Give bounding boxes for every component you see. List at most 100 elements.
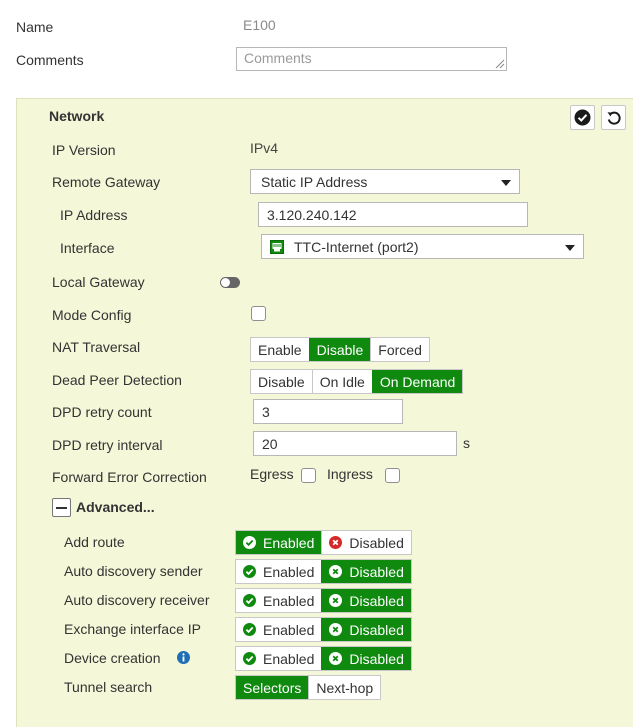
minus-square-icon[interactable] xyxy=(52,498,71,517)
name-value[interactable]: E100 xyxy=(243,17,276,33)
interface-select[interactable]: TTC-Internet (port2) xyxy=(261,234,584,259)
auto-discovery-receiver-label: Auto discovery receiver xyxy=(64,592,210,608)
dpd-disable[interactable]: Disable xyxy=(251,370,312,393)
enabled-label: Enabled xyxy=(263,592,315,609)
tunnel-search-group: Selectors Next-hop xyxy=(235,675,382,700)
enabled-label: Enabled xyxy=(263,650,315,667)
dpd-retry-count-label: DPD retry count xyxy=(52,404,152,420)
auto-discovery-receiver-disabled[interactable]: Disabled xyxy=(321,589,411,612)
disabled-label: Disabled xyxy=(349,534,404,551)
auto-discovery-sender-disabled[interactable]: Disabled xyxy=(321,560,411,583)
undo-icon xyxy=(607,111,621,125)
check-circle-icon xyxy=(243,652,256,665)
name-label: Name xyxy=(16,19,54,35)
nat-traversal-forced[interactable]: Forced xyxy=(370,338,429,361)
ip-address-label: IP Address xyxy=(60,207,128,223)
enabled-label: Enabled xyxy=(263,563,315,580)
check-circle-icon xyxy=(243,623,256,636)
nat-traversal-enable[interactable]: Enable xyxy=(251,338,309,361)
exchange-interface-ip-group: Enabled Disabled xyxy=(235,617,412,642)
fec-ingress-checkbox[interactable] xyxy=(385,468,400,483)
revert-button[interactable] xyxy=(601,105,626,130)
device-creation-enabled[interactable]: Enabled xyxy=(236,647,322,670)
enabled-label: Enabled xyxy=(263,621,315,638)
mode-config-label: Mode Config xyxy=(52,307,132,323)
comments-label: Comments xyxy=(16,52,84,68)
ip-version-value: IPv4 xyxy=(250,140,279,156)
fec-egress-checkbox[interactable] xyxy=(301,468,316,483)
ip-address-input[interactable]: 3.120.240.142 xyxy=(258,202,528,227)
check-circle-icon xyxy=(243,594,256,607)
ip-version-label: IP Version xyxy=(52,142,116,158)
x-circle-icon xyxy=(329,652,343,665)
x-circle-icon xyxy=(329,594,343,607)
auto-discovery-receiver-group: Enabled Disabled xyxy=(235,588,412,613)
dpd-group: Disable On Idle On Demand xyxy=(250,369,464,394)
check-circle-icon xyxy=(574,109,591,126)
apply-button[interactable] xyxy=(570,105,595,130)
disabled-label: Disabled xyxy=(349,650,404,667)
add-route-enabled[interactable]: Enabled xyxy=(236,531,322,554)
add-route-label: Add route xyxy=(64,534,125,550)
local-gateway-toggle[interactable] xyxy=(220,277,240,288)
x-circle-icon xyxy=(329,565,343,578)
auto-discovery-sender-label: Auto discovery sender xyxy=(64,563,203,579)
exchange-interface-ip-label: Exchange interface IP xyxy=(64,621,201,637)
tunnel-search-next-hop[interactable]: Next-hop xyxy=(308,676,381,699)
device-creation-label: Device creation xyxy=(64,650,161,666)
chevron-down-icon xyxy=(565,245,575,251)
info-circle-icon[interactable] xyxy=(177,651,190,664)
advanced-toggle[interactable]: Advanced... xyxy=(76,499,155,515)
dpd-retry-count-value: 3 xyxy=(262,403,270,420)
auto-discovery-sender-enabled[interactable]: Enabled xyxy=(236,560,322,583)
comments-placeholder: Comments xyxy=(244,50,312,66)
ip-address-value: 3.120.240.142 xyxy=(267,206,357,223)
tunnel-search-label: Tunnel search xyxy=(64,679,153,695)
network-title: Network xyxy=(49,108,105,124)
comments-textarea[interactable]: Comments xyxy=(236,47,507,71)
auto-discovery-sender-group: Enabled Disabled xyxy=(235,559,412,584)
fec-egress-label: Egress xyxy=(250,466,294,482)
remote-gateway-select[interactable]: Static IP Address xyxy=(250,169,520,194)
remote-gateway-label: Remote Gateway xyxy=(52,174,161,190)
dpd-on-demand[interactable]: On Demand xyxy=(371,370,463,393)
dpd-retry-interval-value: 20 xyxy=(262,435,278,452)
exchange-interface-ip-enabled[interactable]: Enabled xyxy=(236,618,322,641)
local-gateway-label: Local Gateway xyxy=(52,274,145,290)
x-circle-icon xyxy=(329,536,343,549)
nat-traversal-group: Enable Disable Forced xyxy=(250,337,430,362)
dpd-label: Dead Peer Detection xyxy=(52,372,182,388)
nat-traversal-disable[interactable]: Disable xyxy=(308,338,371,361)
mode-config-checkbox[interactable] xyxy=(251,306,266,321)
minus-bar xyxy=(56,507,67,509)
interface-label: Interface xyxy=(60,240,115,256)
interface-value: TTC-Internet (port2) xyxy=(294,238,419,255)
tunnel-search-selectors[interactable]: Selectors xyxy=(236,676,309,699)
dpd-on-idle[interactable]: On Idle xyxy=(311,370,372,393)
fec-label: Forward Error Correction xyxy=(52,469,207,485)
toggle-knob xyxy=(221,278,230,287)
network-port-icon xyxy=(270,239,284,254)
dpd-retry-interval-input[interactable]: 20 xyxy=(253,431,457,456)
dpd-retry-interval-label: DPD retry interval xyxy=(52,437,163,453)
add-route-disabled[interactable]: Disabled xyxy=(321,531,411,554)
remote-gateway-value: Static IP Address xyxy=(261,173,368,190)
enabled-label: Enabled xyxy=(263,534,315,551)
dpd-retry-interval-unit: s xyxy=(463,435,470,451)
nat-traversal-label: NAT Traversal xyxy=(52,339,141,355)
check-circle-icon xyxy=(243,536,256,549)
dpd-retry-count-input[interactable]: 3 xyxy=(253,399,403,424)
disabled-label: Disabled xyxy=(349,621,404,638)
auto-discovery-receiver-enabled[interactable]: Enabled xyxy=(236,589,322,612)
fec-ingress-label: Ingress xyxy=(327,466,373,482)
disabled-label: Disabled xyxy=(349,563,404,580)
add-route-group: Enabled Disabled xyxy=(235,530,412,555)
check-circle-icon xyxy=(243,565,256,578)
chevron-down-icon xyxy=(501,180,511,186)
x-circle-icon xyxy=(329,623,343,636)
device-creation-disabled[interactable]: Disabled xyxy=(321,647,411,670)
disabled-label: Disabled xyxy=(349,592,404,609)
device-creation-group: Enabled Disabled xyxy=(235,646,412,671)
exchange-interface-ip-disabled[interactable]: Disabled xyxy=(321,618,411,641)
resize-grip-icon[interactable] xyxy=(494,58,505,69)
